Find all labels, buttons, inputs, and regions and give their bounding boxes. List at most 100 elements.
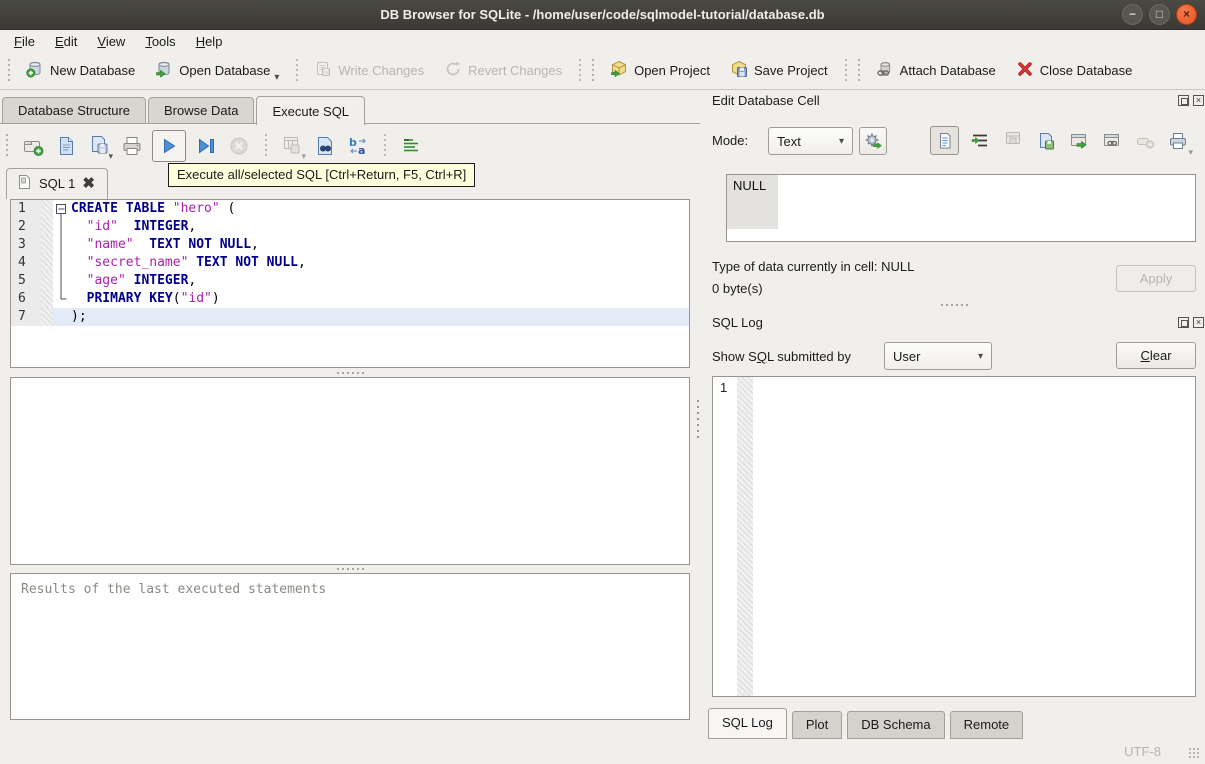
print-cell-button[interactable] [1166,131,1190,151]
open-database-button[interactable]: Open Database ▾ [146,55,288,86]
title-bar[interactable]: DB Browser for SQLite - /home/user/code/… [0,0,1205,30]
sql-tab-close-icon[interactable]: ✖ [82,176,95,191]
tab-execute-sql[interactable]: Execute SQL [256,96,366,125]
format-sql-button[interactable] [398,133,424,159]
toolbar-handle[interactable] [591,58,597,83]
word-wrap-button[interactable] [968,131,992,151]
menu-edit[interactable]: Edit [45,32,87,51]
execute-current-line-button[interactable] [193,133,219,159]
close-icon[interactable]: × [1176,4,1197,25]
sql-code-editor[interactable]: 1 CREATE TABLE "hero" (2 "id" INTEGER, 3 "… [10,199,690,368]
panel-splitter[interactable] [696,400,700,440]
write-changes-button[interactable]: Write Changes [305,55,433,86]
close-database-button[interactable]: Close Database [1007,55,1142,86]
sql-1-tab[interactable]: SQL 1 ✖ [6,168,108,199]
apply-button[interactable]: Apply [1116,265,1196,292]
sql-tab-label: SQL 1 [39,176,76,191]
sql-log-view[interactable]: 1 [712,376,1196,697]
stop-button[interactable] [226,133,252,159]
cell-value-editor[interactable]: NULL [726,174,1196,242]
new-sql-tab-button[interactable] [20,133,46,159]
svg-text:b: b [349,136,357,149]
maximize-icon[interactable]: □ [1149,4,1170,25]
results-table-pane[interactable] [10,377,690,565]
save-results-button[interactable]: ▾ [279,133,306,162]
import-data-button[interactable]: ▾ [1001,129,1193,157]
editor-splitter[interactable] [10,368,690,377]
log-filter-select[interactable]: User ▾ [884,342,992,370]
execute-tooltip: Execute all/selected SQL [Ctrl+Return, F… [168,163,476,187]
code-line[interactable]: 5 "age" INTEGER, [11,272,689,290]
new-database-button[interactable]: New Database [17,55,144,86]
gear-icon [865,133,882,149]
results-message-pane[interactable]: Results of the last executed statements [10,573,690,720]
set-null-button[interactable] [1133,131,1157,151]
indent-icon [971,134,987,146]
dock-tab-sql-log[interactable]: SQL Log [708,708,787,739]
dock-float-icon[interactable] [1178,95,1189,106]
print-button[interactable] [119,133,145,159]
write-changes-icon [314,60,332,81]
cell-value: NULL [733,178,767,193]
revert-changes-button[interactable]: Revert Changes [435,55,571,86]
tab-browse-data[interactable]: Browse Data [148,97,255,124]
find-button[interactable] [312,133,338,159]
encoding-indicator[interactable]: UTF-8 [1124,744,1161,759]
resize-grip[interactable] [1188,747,1201,760]
save-results-caret-icon[interactable]: ▾ [301,151,306,162]
menu-tools[interactable]: Tools [135,32,185,51]
attach-database-button[interactable]: Attach Database [867,55,1005,86]
main-tab-bar: Database Structure Browse Data Execute S… [0,96,700,125]
cell-editor-toolbar: ▾ [930,126,1193,157]
edit-cell-title: Edit Database Cell [712,93,820,108]
code-line[interactable]: 1 CREATE TABLE "hero" ( [11,200,689,218]
minimize-icon[interactable]: − [1122,4,1143,25]
toolbar-separator [577,58,583,83]
log-filter-label: Show SQL submitted by [712,349,851,364]
log-filter-caret-icon: ▾ [977,350,983,362]
code-line[interactable]: 4 "secret_name" TEXT NOT NULL, [11,254,689,272]
apply-mode-button[interactable] [859,127,887,155]
tab-database-structure[interactable]: Database Structure [2,97,147,124]
log-gutter-strip [737,377,753,696]
text-mode-button[interactable] [930,126,959,155]
mode-select[interactable]: Text ▾ [768,127,853,155]
open-database-caret-icon[interactable]: ▾ [274,73,279,83]
sql-toolbar-handle[interactable] [5,134,10,158]
dock-tab-remote[interactable]: Remote [949,711,1024,739]
menu-view[interactable]: View [87,32,135,51]
toolbar-separator [294,58,300,83]
save-sql-file-button[interactable]: ▾ [86,133,113,162]
save-project-icon [730,60,748,81]
toolbar-handle[interactable] [7,58,12,83]
dock-tab-db-schema[interactable]: DB Schema [847,711,945,739]
export-data-button[interactable] [1034,131,1058,151]
dock-tab-plot[interactable]: Plot [791,711,843,739]
results-splitter[interactable] [10,565,690,573]
dock-float-icon[interactable] [1178,317,1189,328]
code-line[interactable]: 7); [11,308,689,326]
menu-file[interactable]: File [4,32,45,51]
copy-link-button[interactable] [1100,131,1124,151]
toolbar-handle[interactable] [856,58,862,83]
open-external-button[interactable] [1067,131,1091,151]
mode-label: Mode: [712,133,749,148]
dock-splitter[interactable] [712,301,1196,309]
dock-tab-bar: SQL Log Plot DB Schema Remote [708,708,1024,739]
open-sql-file-button[interactable] [53,133,79,159]
clear-log-button[interactable]: Clear [1116,342,1196,369]
dock-close-icon[interactable]: × [1193,317,1204,328]
sql-editor-lines: 1 CREATE TABLE "hero" (2 "id" INTEGER, 3 "… [11,200,689,326]
menu-help[interactable]: Help [186,32,233,51]
open-project-button[interactable]: Open Project [601,55,719,86]
save-project-button[interactable]: Save Project [721,55,837,86]
close-database-icon [1016,60,1034,81]
save-sql-caret-icon[interactable]: ▾ [108,151,113,162]
code-line[interactable]: 6 PRIMARY KEY("id") [11,290,689,308]
find-replace-button[interactable]: ba [345,133,371,159]
edit-cell-dock-buttons: × [1178,95,1204,106]
execute-sql-button[interactable] [152,130,186,162]
code-line[interactable]: 2 "id" INTEGER, [11,218,689,236]
dock-close-icon[interactable]: × [1193,95,1204,106]
code-line[interactable]: 3 "name" TEXT NOT NULL, [11,236,689,254]
